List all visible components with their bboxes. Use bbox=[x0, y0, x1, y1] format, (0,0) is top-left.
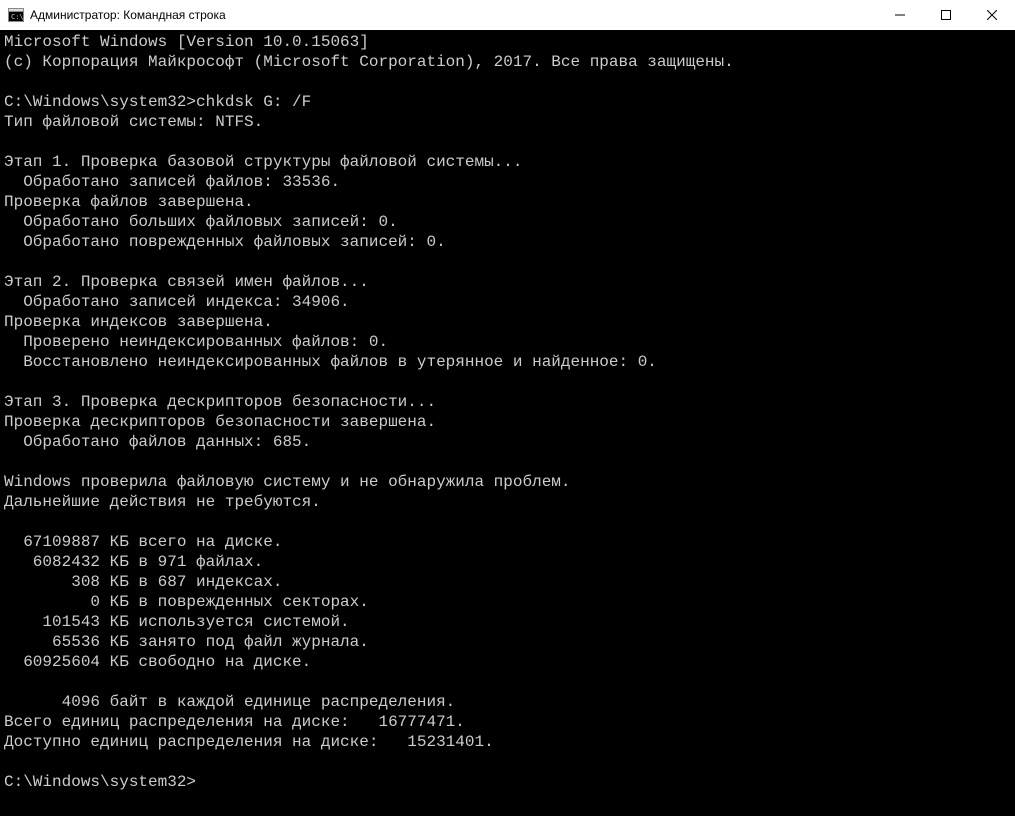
terminal-line: Этап 1. Проверка базовой структуры файло… bbox=[4, 152, 1011, 172]
terminal-line bbox=[4, 372, 1011, 392]
terminal-line: C:\Windows\system32> bbox=[4, 772, 1011, 792]
app-icon: C:\ bbox=[8, 7, 24, 23]
terminal-line: 308 КБ в 687 индексах. bbox=[4, 572, 1011, 592]
close-button[interactable] bbox=[969, 0, 1015, 30]
terminal-line: Проверка индексов завершена. bbox=[4, 312, 1011, 332]
terminal-line: Обработано файлов данных: 685. bbox=[4, 432, 1011, 452]
terminal-line: Всего единиц распределения на диске: 167… bbox=[4, 712, 1011, 732]
terminal-line: 4096 байт в каждой единице распределения… bbox=[4, 692, 1011, 712]
terminal-line bbox=[4, 512, 1011, 532]
terminal-line: Обработано записей индекса: 34906. bbox=[4, 292, 1011, 312]
terminal-line: Проверка файлов завершена. bbox=[4, 192, 1011, 212]
terminal-line: Проверка дескрипторов безопасности завер… bbox=[4, 412, 1011, 432]
terminal-line: 65536 КБ занято под файл журнала. bbox=[4, 632, 1011, 652]
terminal-line: 0 КБ в поврежденных секторах. bbox=[4, 592, 1011, 612]
terminal-line: Обработано записей файлов: 33536. bbox=[4, 172, 1011, 192]
terminal-line: Дальнейшие действия не требуются. bbox=[4, 492, 1011, 512]
terminal-line bbox=[4, 672, 1011, 692]
terminal-line bbox=[4, 132, 1011, 152]
terminal-line: (c) Корпорация Майкрософт (Microsoft Cor… bbox=[4, 52, 1011, 72]
terminal-line: Обработано больших файловых записей: 0. bbox=[4, 212, 1011, 232]
terminal-line: Microsoft Windows [Version 10.0.15063] bbox=[4, 32, 1011, 52]
window-title: Администратор: Командная строка bbox=[30, 8, 877, 22]
terminal-line: 67109887 КБ всего на диске. bbox=[4, 532, 1011, 552]
terminal-line bbox=[4, 72, 1011, 92]
maximize-button[interactable] bbox=[923, 0, 969, 30]
terminal-line: 101543 КБ используется системой. bbox=[4, 612, 1011, 632]
svg-text:C:\: C:\ bbox=[11, 13, 24, 21]
minimize-button[interactable] bbox=[877, 0, 923, 30]
terminal-line: Проверено неиндексированных файлов: 0. bbox=[4, 332, 1011, 352]
window-buttons bbox=[877, 0, 1015, 30]
terminal-line: Обработано поврежденных файловых записей… bbox=[4, 232, 1011, 252]
terminal-line: Восстановлено неиндексированных файлов в… bbox=[4, 352, 1011, 372]
titlebar[interactable]: C:\ Администратор: Командная строка bbox=[0, 0, 1015, 30]
terminal-line: Этап 3. Проверка дескрипторов безопаснос… bbox=[4, 392, 1011, 412]
terminal-line: Этап 2. Проверка связей имен файлов... bbox=[4, 272, 1011, 292]
terminal-line: C:\Windows\system32>chkdsk G: /F bbox=[4, 92, 1011, 112]
terminal-line bbox=[4, 752, 1011, 772]
terminal-line: Windows проверила файловую систему и не … bbox=[4, 472, 1011, 492]
command-prompt-window: C:\ Администратор: Командная строка Micr… bbox=[0, 0, 1015, 816]
terminal-output[interactable]: Microsoft Windows [Version 10.0.15063](c… bbox=[0, 30, 1015, 816]
terminal-line: Доступно единиц распределения на диске: … bbox=[4, 732, 1011, 752]
terminal-line: 6082432 КБ в 971 файлах. bbox=[4, 552, 1011, 572]
terminal-line: Тип файловой системы: NTFS. bbox=[4, 112, 1011, 132]
terminal-line bbox=[4, 452, 1011, 472]
terminal-line: 60925604 КБ свободно на диске. bbox=[4, 652, 1011, 672]
terminal-line bbox=[4, 252, 1011, 272]
